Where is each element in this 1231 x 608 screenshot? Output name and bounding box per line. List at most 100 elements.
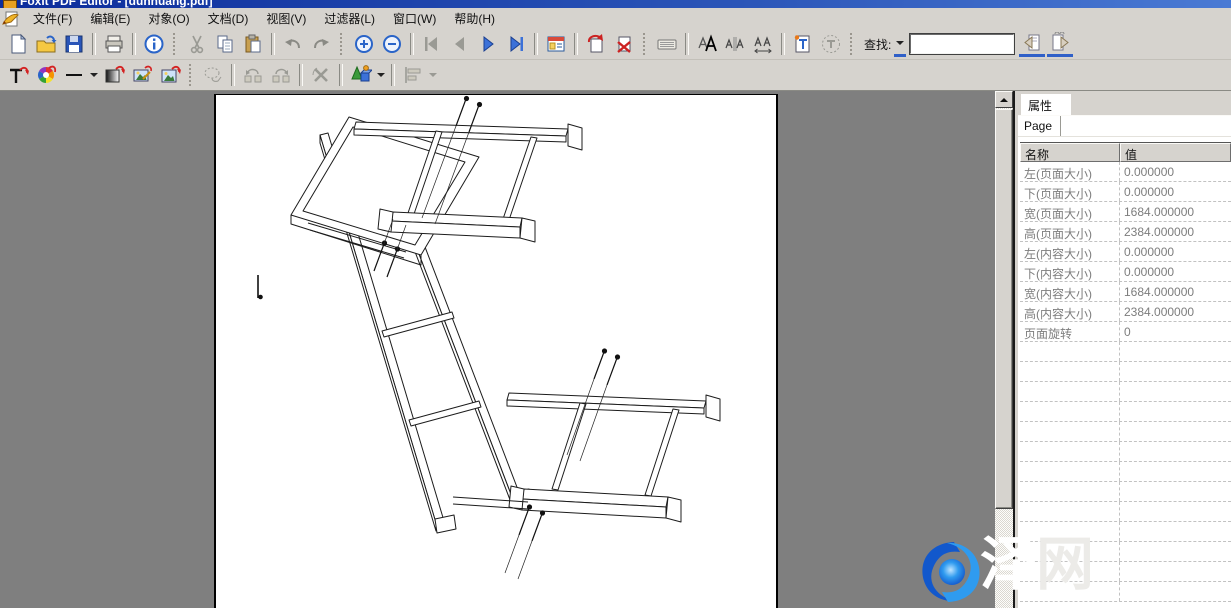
toolbar-separator [231,64,235,86]
redo-button[interactable] [308,31,334,57]
menu-help[interactable]: 帮助(H) [445,8,504,29]
menu-view[interactable]: 视图(V) [257,8,315,29]
find-label: 查找: [864,36,891,53]
app-icon [3,0,17,8]
toolbar-separator [132,33,136,55]
align-objects-dropdown[interactable] [427,62,439,88]
redo-icon [310,33,332,55]
insert-shapes-dropdown[interactable] [375,62,387,88]
select-lasso-button[interactable] [200,62,226,88]
rotate-object-right-button[interactable] [268,62,294,88]
edit-image-button[interactable] [129,62,155,88]
virtual-keyboard-button[interactable] [654,31,680,57]
replace-image-button[interactable] [157,62,183,88]
char-spacing-button[interactable] [750,31,776,57]
scrollbar-thumb[interactable] [995,109,1013,509]
pdf-page[interactable] [214,94,778,608]
print-icon [103,33,125,55]
menu-edit[interactable]: 编辑(E) [81,8,139,29]
copy-icon [214,33,236,55]
menu-file[interactable]: 文件(F) [24,8,81,29]
save-button[interactable] [61,31,87,57]
page-layout-button[interactable] [543,31,569,57]
first-page-icon [421,33,443,55]
find-next-button[interactable] [1047,31,1073,57]
text-circle-button[interactable] [818,31,844,57]
line-style-dropdown[interactable] [88,62,100,88]
watermark-logo [916,537,988,607]
first-page-button[interactable] [419,31,445,57]
empty-row [1020,402,1231,422]
document-app-icon [2,11,20,27]
cut-button[interactable] [184,31,210,57]
empty-row [1020,482,1231,502]
char-spacing-icon [752,33,774,55]
toolbar-gripper [173,33,178,55]
insert-shapes-button[interactable] [348,62,374,88]
main-area: 属性 Page 名称 值 左(页面大小)0.000000 下(页面大小)0.00… [0,91,1231,608]
toolbar-separator [574,33,578,55]
find-options-dropdown[interactable] [894,31,906,57]
tab-page[interactable]: Page [1018,116,1061,136]
shading-button[interactable] [101,62,127,88]
property-row-bottom-page: 下(页面大小)0.000000 [1020,182,1231,202]
rotate-object-left-button[interactable] [240,62,266,88]
watermark-char-1: 泽 [980,535,1038,595]
menu-document[interactable]: 文档(D) [199,8,258,29]
rotate-page-icon [585,33,607,55]
color-wheel-button[interactable] [33,62,59,88]
rotate-page-button[interactable] [583,31,609,57]
property-row-page-rotation: 页面旋转0 [1020,322,1231,342]
line-style-icon [63,64,85,86]
next-page-button[interactable] [475,31,501,57]
scroll-up-button[interactable] [995,91,1013,108]
delete-object-button[interactable] [308,62,334,88]
font-button[interactable] [694,31,720,57]
add-text-button[interactable] [790,31,816,57]
char-kerning-button[interactable] [722,31,748,57]
menu-object[interactable]: 对象(O) [139,8,198,29]
menu-filter[interactable]: 过滤器(L) [315,8,384,29]
toolbar-separator [271,33,275,55]
align-objects-button[interactable] [400,62,426,88]
new-document-button[interactable] [5,31,31,57]
find-previous-button[interactable] [1019,31,1045,57]
find-next-icon [1049,32,1071,54]
toolbar-separator [685,33,689,55]
empty-row [1020,382,1231,402]
object-toolbar [0,60,1231,91]
previous-page-button[interactable] [447,31,473,57]
edit-text-button[interactable] [5,62,31,88]
empty-row [1020,342,1231,362]
next-page-icon [477,33,499,55]
document-info-button[interactable] [141,31,167,57]
vertical-scrollbar[interactable] [995,91,1013,608]
open-folder-icon [35,33,57,55]
toolbar-gripper [189,64,194,86]
empty-row [1020,422,1231,442]
print-button[interactable] [101,31,127,57]
property-row-height-content: 高(内容大小)2384.000000 [1020,302,1231,322]
find-previous-icon [1021,32,1043,54]
find-input[interactable] [910,34,1014,54]
toolbar-separator [299,64,303,86]
last-page-button[interactable] [503,31,529,57]
paste-button[interactable] [240,31,266,57]
document-canvas[interactable] [0,91,995,608]
property-row-width-content: 宽(内容大小)1684.000000 [1020,282,1231,302]
toolbar-separator [339,64,343,86]
edit-text-icon [7,64,29,86]
open-button[interactable] [33,31,59,57]
rotate-left-icon [242,64,264,86]
panel-tab-strip: Page [1018,116,1231,137]
properties-panel-title[interactable]: 属性 [1021,94,1071,115]
copy-button[interactable] [212,31,238,57]
line-style-button[interactable] [61,62,87,88]
zoom-out-button[interactable] [379,31,405,57]
zoom-in-button[interactable] [351,31,377,57]
text-circle-icon [820,33,842,55]
undo-button[interactable] [280,31,306,57]
save-icon [63,33,85,55]
delete-page-button[interactable] [611,31,637,57]
menu-window[interactable]: 窗口(W) [384,8,445,29]
